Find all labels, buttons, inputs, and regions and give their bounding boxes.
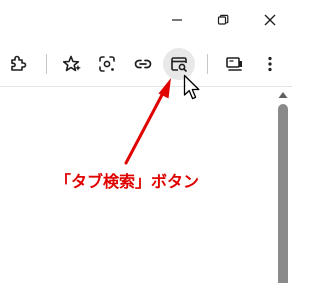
toolbar-separator — [46, 54, 47, 74]
vertical-scrollbar[interactable] — [278, 104, 288, 283]
scroll-up-icon[interactable] — [277, 90, 289, 100]
toolbar-separator — [207, 54, 208, 74]
close-icon — [264, 14, 276, 26]
restore-icon — [217, 14, 229, 25]
title-bar — [0, 0, 292, 42]
copy-link-icon — [134, 59, 152, 69]
google-lens-icon — [99, 56, 115, 72]
minimize-button[interactable] — [157, 4, 197, 36]
extensions-button[interactable] — [2, 48, 34, 80]
restore-button[interactable] — [203, 4, 243, 36]
extensions-icon — [11, 55, 27, 71]
google-lens-button[interactable] — [91, 48, 123, 80]
bookmark-star-icon — [62, 55, 81, 72]
tab-search-icon — [171, 57, 187, 72]
browser-toolbar — [0, 42, 292, 87]
copy-link-button[interactable] — [127, 48, 159, 80]
close-button[interactable] — [250, 4, 290, 36]
cast-button[interactable] — [218, 48, 250, 80]
minimize-icon — [172, 19, 182, 21]
more-menu-button[interactable] — [254, 48, 286, 80]
cast-screen-icon — [226, 57, 242, 71]
annotation-label: 「タブ検索」ボタン — [55, 172, 200, 191]
bookmark-button[interactable] — [56, 48, 88, 80]
mouse-cursor-icon — [183, 74, 200, 100]
more-menu-icon — [268, 56, 272, 72]
